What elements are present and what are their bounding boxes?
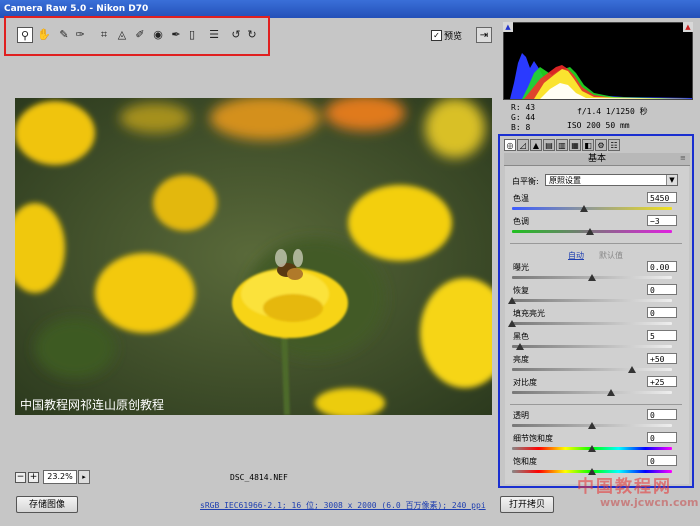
- readout-g: G: 44: [511, 113, 536, 122]
- watermark-text: 中国教程网: [577, 477, 672, 497]
- open-copy-button[interactable]: 打开拷贝: [500, 496, 554, 513]
- readout-b: B: 8: [511, 123, 531, 132]
- watermark-url: www.jcwcn.com: [600, 496, 699, 509]
- photo-caption: 中国教程网祁连山原创教程: [20, 398, 165, 412]
- zoom-out-button[interactable]: −: [15, 472, 26, 483]
- toolbar-highlight-box: [4, 16, 270, 56]
- fullscreen-toggle-icon[interactable]: ⇥: [476, 27, 492, 43]
- file-name: DSC_4814.NEF: [230, 473, 288, 482]
- histogram-graph: [510, 53, 692, 99]
- histogram: [503, 22, 693, 100]
- aperture-shutter-info: f/1.4 1/1250 秒: [577, 107, 648, 116]
- zoom-in-button[interactable]: +: [28, 472, 39, 483]
- zoom-dropdown-icon[interactable]: ▸: [78, 470, 90, 484]
- zoom-level-field[interactable]: 23.2%: [43, 470, 77, 484]
- shadow-clipping-icon[interactable]: ▲: [503, 22, 513, 32]
- preview-label: 预览: [444, 32, 463, 42]
- photo-flowers-image: [15, 98, 492, 415]
- readout-r: R: 43: [511, 103, 536, 112]
- iso-focal-info: ISO 200 50 mm: [567, 121, 630, 130]
- preview-checkbox[interactable]: ✓: [431, 30, 442, 41]
- image-preview[interactable]: [15, 98, 492, 415]
- workflow-options-link[interactable]: sRGB IEC61966-2.1; 16 位; 3008 x 2000 (6.…: [200, 500, 486, 511]
- panel-highlight-box: [498, 134, 694, 488]
- save-image-button[interactable]: 存储图像: [16, 496, 78, 513]
- highlight-clipping-icon[interactable]: ▲: [683, 22, 693, 32]
